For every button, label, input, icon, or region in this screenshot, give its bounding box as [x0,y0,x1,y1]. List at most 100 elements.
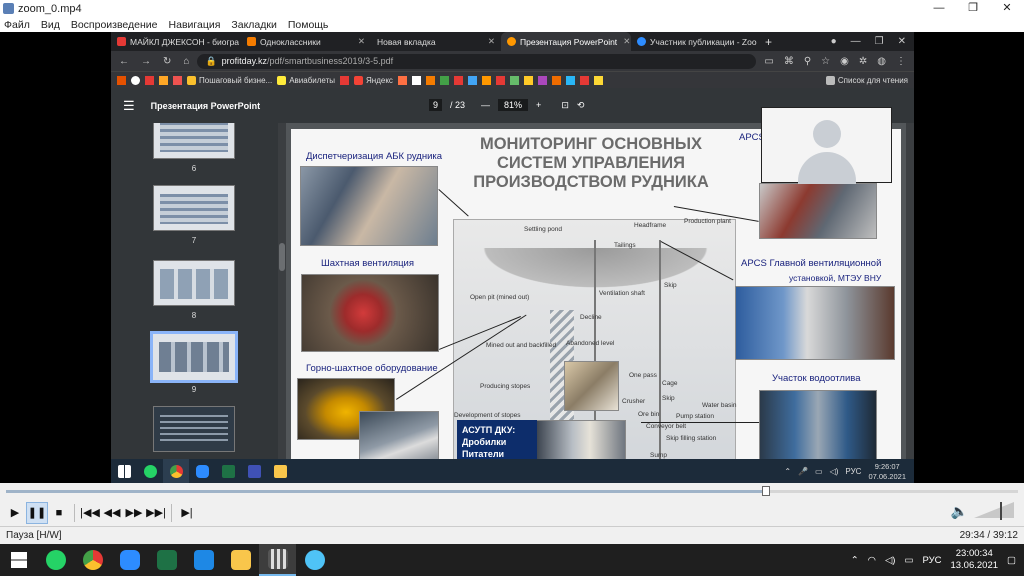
bookmark-icon[interactable] [467,75,477,85]
language-indicator[interactable]: РУС [922,555,941,566]
puzzle-icon[interactable]: ✲ [859,56,867,67]
back-icon[interactable]: ← [119,56,129,67]
pen-app-taskbar-icon[interactable] [296,544,333,576]
menu-navigation[interactable]: Навигация [169,19,221,31]
bookmark-flights[interactable]: Авиабилеты [277,75,335,85]
close-tab-icon[interactable]: ✕ [352,36,365,47]
bookmark-icon[interactable] [579,75,589,85]
bookmark-icon[interactable] [537,75,547,85]
close-browser-icon[interactable]: ✕ [898,36,906,47]
thumbnail-page-8[interactable] [153,260,235,306]
next-button[interactable]: ▶▶| [145,502,167,524]
bookmark-icon[interactable] [173,75,182,85]
profile-dot-icon[interactable]: ● [831,36,837,47]
bookmark-icon[interactable] [340,75,350,85]
frame-step-button[interactable]: ▶| [176,502,198,524]
photos-taskbar-icon[interactable] [241,459,267,483]
thumbnail-page-7[interactable] [153,185,235,231]
bookmark-icon[interactable] [425,75,435,85]
bookmark-icon[interactable] [117,75,126,85]
rewind-button[interactable]: ◀◀ [101,502,123,524]
reload-icon[interactable]: ↻ [163,56,171,67]
thumbnail-scrollbar[interactable] [278,123,286,468]
home-icon[interactable]: ⌂ [183,56,189,67]
photos-taskbar-icon[interactable] [185,544,222,576]
menu-file[interactable]: Файл [4,19,30,31]
search-icon[interactable]: ⚲ [804,56,811,67]
browser-tab-active[interactable]: Презентация PowerPoint ✕ [501,32,631,51]
bookmark-business[interactable]: Пошаговый бизне... [187,75,272,85]
pause-button[interactable]: ❚❚ [26,501,48,524]
menu-view[interactable]: Вид [41,19,60,31]
fast-forward-button[interactable]: ▶▶ [123,502,145,524]
volume-slider[interactable] [974,502,1014,520]
close-tab-icon[interactable]: ✕ [482,36,495,47]
explorer-taskbar-icon[interactable] [267,459,293,483]
mic-icon[interactable]: 🎤 [798,467,808,476]
bookmark-icon[interactable] [551,75,561,85]
excel-taskbar-icon[interactable] [148,544,185,576]
bookmark-icon[interactable] [397,75,407,85]
chevron-up-icon[interactable]: ⌃ [851,555,859,566]
menu-playback[interactable]: Воспроизведение [71,19,158,31]
browser-tab[interactable]: Участник публикации - Zoo✕ [631,32,761,51]
play-button[interactable]: ▶ [4,502,26,524]
browser-tab[interactable]: Одноклассники ✕ [241,32,371,51]
network-icon[interactable]: ▭ [815,467,823,476]
media-player-taskbar-icon[interactable] [259,544,296,576]
cast-icon[interactable]: ▭ [764,56,773,67]
minimize-button[interactable]: — [922,0,956,17]
menu-help[interactable]: Помощь [288,19,329,31]
windows-start-icon[interactable] [111,459,137,483]
zoom-level[interactable]: 81% [498,99,529,111]
menu-dots-icon[interactable]: ⋮ [896,56,906,67]
bookmark-icon[interactable] [523,75,533,85]
seek-bar[interactable] [0,483,1024,499]
bookmark-icon[interactable] [453,75,463,85]
zoom-taskbar-icon[interactable] [111,544,148,576]
restore-browser-icon[interactable]: ❐ [875,36,884,47]
browser-tab[interactable]: МАЙКЛ ДЖЕКСОН - биогра✕ [111,32,241,51]
forward-icon[interactable]: → [141,56,151,67]
zoom-taskbar-icon[interactable] [189,459,215,483]
language-indicator[interactable]: РУС [845,467,861,476]
bookmark-icon[interactable] [495,75,505,85]
youtube-bookmark-icon[interactable] [145,75,154,85]
wordpress-icon[interactable] [131,75,140,85]
browser-tab[interactable]: Новая вкладка ✕ [371,32,501,51]
seek-handle[interactable] [762,486,770,496]
whatsapp-taskbar-icon[interactable] [137,459,163,483]
windows-start-icon[interactable] [0,544,37,576]
sidebar-menu-icon[interactable]: ☰ [123,98,135,114]
fit-page-icon[interactable]: ⊡ [561,100,569,111]
bookmark-icon[interactable] [565,75,575,85]
chevron-up-icon[interactable]: ⌃ [784,467,791,476]
excel-taskbar-icon[interactable] [215,459,241,483]
notifications-icon[interactable]: ▢ [1007,555,1016,566]
battery-icon[interactable]: ▭ [904,555,913,566]
extension-icon[interactable]: ◉ [840,56,849,67]
reading-list[interactable]: Список для чтения [825,75,914,85]
volume-icon[interactable]: ◁) [830,467,839,476]
profile-icon[interactable]: ◍ [877,56,886,67]
video-area[interactable]: МАЙКЛ ДЖЕКСОН - биогра✕ Одноклассники✕ Н… [0,32,1024,483]
minimize-browser-icon[interactable]: — [851,36,861,47]
close-tab-icon[interactable]: ✕ [617,36,630,47]
thumbnail-page-10[interactable] [153,406,235,452]
volume-handle[interactable] [1000,502,1002,520]
bookmark-icon[interactable] [439,75,449,85]
url-field[interactable]: 🔒 profitday.kz/pdf/smartbusiness2019/3-5.… [197,53,757,69]
menu-bookmarks[interactable]: Закладки [231,19,276,31]
speaker-icon[interactable]: 🔈 [951,503,968,520]
new-tab-button[interactable]: + [765,35,772,49]
close-tab-icon[interactable]: ✕ [757,36,761,47]
rotate-icon[interactable]: ⟲ [577,100,585,111]
explorer-taskbar-icon[interactable] [222,544,259,576]
guest-clock[interactable]: 9:26:07 07.06.2021 [868,462,906,482]
page-scrollbar[interactable] [906,123,914,468]
previous-button[interactable]: |◀◀ [79,502,101,524]
zoom-participant-video[interactable] [761,107,892,184]
chrome-taskbar-icon[interactable] [163,459,189,483]
share-icon[interactable]: ⌘ [784,56,794,67]
maximize-button[interactable]: ❐ [956,0,990,17]
